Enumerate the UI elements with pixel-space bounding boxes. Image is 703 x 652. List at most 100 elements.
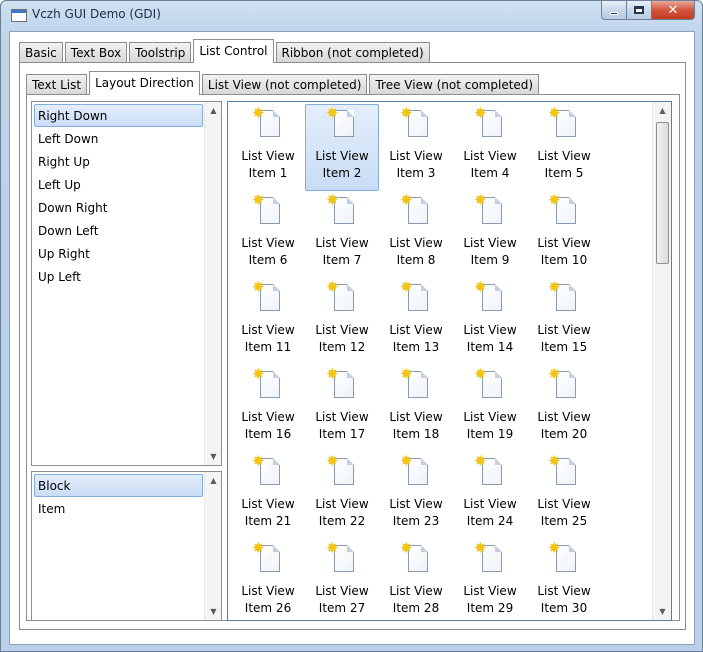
app-window-icon bbox=[11, 9, 27, 22]
new-document-icon: ✸ bbox=[474, 367, 506, 401]
close-button[interactable]: ✕ bbox=[652, 1, 695, 20]
list-view-item[interactable]: ✸ List View Item 26 bbox=[231, 539, 305, 620]
list-view-item[interactable]: ✸ List View Item 28 bbox=[379, 539, 453, 620]
list-view-item[interactable]: ✸ List View Item 12 bbox=[305, 278, 379, 365]
list-view-item[interactable]: ✸ List View Item 27 bbox=[305, 539, 379, 620]
direction-list-scrollbar[interactable]: ▲ ▼ bbox=[204, 102, 221, 465]
list-view-item-label-line2: Item 21 bbox=[244, 514, 292, 528]
window-title: Vczh GUI Demo (GDI) bbox=[32, 7, 161, 21]
new-document-icon: ✸ bbox=[252, 193, 284, 227]
list-view-item[interactable]: ✸ List View Item 14 bbox=[453, 278, 527, 365]
list-view-item-label-line1: List View bbox=[315, 497, 369, 511]
list-view-item-label-line1: List View bbox=[389, 410, 443, 424]
direction-item-right-up[interactable]: Right Up bbox=[34, 150, 203, 173]
list-view-item[interactable]: ✸ List View Item 29 bbox=[453, 539, 527, 620]
list-view-item[interactable]: ✸ List View Item 13 bbox=[379, 278, 453, 365]
list-view-item[interactable]: ✸ List View Item 11 bbox=[231, 278, 305, 365]
list-view-item-label-line2: Item 27 bbox=[318, 601, 366, 615]
new-document-icon: ✸ bbox=[400, 280, 432, 314]
list-view-item-label-line1: List View bbox=[389, 584, 443, 598]
new-document-icon: ✸ bbox=[548, 280, 580, 314]
tab-text-box[interactable]: Text Box bbox=[64, 42, 128, 63]
list-view-item[interactable]: ✸ List View Item 30 bbox=[527, 539, 601, 620]
direction-item-up-right[interactable]: Up Right bbox=[34, 242, 203, 265]
new-document-icon: ✸ bbox=[400, 541, 432, 575]
list-view-item[interactable]: ✸ List View Item 9 bbox=[453, 191, 527, 278]
list-view-item-label-line2: Item 25 bbox=[540, 514, 588, 528]
tab-toolstrip[interactable]: Toolstrip bbox=[129, 42, 192, 63]
tab-text-list[interactable]: Text List bbox=[26, 74, 88, 95]
direction-item-right-down[interactable]: Right Down bbox=[34, 104, 203, 127]
list-view-item[interactable]: ✸ List View Item 15 bbox=[527, 278, 601, 365]
scroll-down-arrow-icon[interactable]: ▼ bbox=[653, 603, 671, 620]
list-view-item-label-line2: Item 1 bbox=[248, 166, 288, 180]
new-document-icon: ✸ bbox=[252, 280, 284, 314]
direction-item-left-down[interactable]: Left Down bbox=[34, 127, 203, 150]
direction-item-down-right[interactable]: Down Right bbox=[34, 196, 203, 219]
direction-item-up-left[interactable]: Up Left bbox=[34, 265, 203, 288]
tab-basic[interactable]: Basic bbox=[19, 42, 63, 63]
mode-list-scrollbar[interactable]: ▲ ▼ bbox=[204, 472, 221, 620]
direction-item-left-up[interactable]: Left Up bbox=[34, 173, 203, 196]
list-view-item[interactable]: ✸ List View Item 1 bbox=[231, 104, 305, 191]
list-view-item-label-line1: List View bbox=[463, 497, 517, 511]
scroll-up-arrow-icon[interactable]: ▲ bbox=[205, 472, 221, 489]
list-view-item[interactable]: ✸ List View Item 7 bbox=[305, 191, 379, 278]
direction-list[interactable]: Right Down Left Down Right Up Left Up Do… bbox=[31, 101, 222, 466]
list-view-item[interactable]: ✸ List View Item 8 bbox=[379, 191, 453, 278]
new-document-icon: ✸ bbox=[252, 367, 284, 401]
list-view-scrollbar[interactable]: ▲ ▼ bbox=[652, 102, 671, 620]
list-view-item[interactable]: ✸ List View Item 3 bbox=[379, 104, 453, 191]
list-view-item[interactable]: ✸ List View Item 18 bbox=[379, 365, 453, 452]
list-view-item-label-line1: List View bbox=[537, 584, 591, 598]
list-view-item[interactable]: ✸ List View Item 5 bbox=[527, 104, 601, 191]
list-view-item-label-line1: List View bbox=[315, 584, 369, 598]
minimize-button[interactable] bbox=[601, 1, 627, 20]
title-bar[interactable]: Vczh GUI Demo (GDI) ✕ bbox=[1, 1, 702, 29]
list-view-item[interactable]: ✸ List View Item 20 bbox=[527, 365, 601, 452]
list-view-item-label-line2: Item 26 bbox=[244, 601, 292, 615]
list-view-item-label-line1: List View bbox=[463, 236, 517, 250]
list-view-item[interactable]: ✸ List View Item 21 bbox=[231, 452, 305, 539]
list-view-item[interactable]: ✸ List View Item 10 bbox=[527, 191, 601, 278]
scroll-thumb[interactable] bbox=[656, 122, 669, 264]
list-view-item[interactable]: ✸ List View Item 24 bbox=[453, 452, 527, 539]
minimize-icon bbox=[610, 11, 618, 15]
list-view-item[interactable]: ✸ List View Item 25 bbox=[527, 452, 601, 539]
scroll-down-arrow-icon[interactable]: ▼ bbox=[205, 448, 221, 465]
direction-item-down-left[interactable]: Down Left bbox=[34, 219, 203, 242]
list-view-item[interactable]: ✸ List View Item 22 bbox=[305, 452, 379, 539]
new-document-icon: ✸ bbox=[474, 106, 506, 140]
tab-ribbon[interactable]: Ribbon (not completed) bbox=[275, 42, 430, 63]
caption-buttons: ✕ bbox=[601, 1, 695, 20]
scroll-up-arrow-icon[interactable]: ▲ bbox=[205, 102, 221, 119]
list-view-item[interactable]: ✸ List View Item 23 bbox=[379, 452, 453, 539]
new-document-icon: ✸ bbox=[474, 541, 506, 575]
maximize-button[interactable] bbox=[627, 1, 652, 20]
list-view-item-label-line2: Item 7 bbox=[322, 253, 362, 267]
list-view-item[interactable]: ✸ List View Item 17 bbox=[305, 365, 379, 452]
list-view-item-label-line1: List View bbox=[389, 497, 443, 511]
list-view-item-label-line1: List View bbox=[389, 323, 443, 337]
tab-list-control[interactable]: List Control bbox=[193, 39, 274, 63]
tab-list-view[interactable]: List View (not completed) bbox=[201, 74, 368, 95]
scroll-down-arrow-icon[interactable]: ▼ bbox=[205, 603, 221, 620]
list-view-item[interactable]: ✸ List View Item 6 bbox=[231, 191, 305, 278]
tab-tree-view[interactable]: Tree View (not completed) bbox=[369, 74, 540, 95]
list-view-item[interactable]: ✸ List View Item 2 bbox=[305, 104, 379, 191]
scroll-up-arrow-icon[interactable]: ▲ bbox=[653, 102, 671, 119]
mode-list[interactable]: Block Item ▲ ▼ bbox=[31, 471, 222, 621]
mode-item-item[interactable]: Item bbox=[34, 497, 203, 520]
list-view-item-label-line2: Item 4 bbox=[470, 166, 510, 180]
new-document-icon: ✸ bbox=[326, 193, 358, 227]
new-document-icon: ✸ bbox=[400, 454, 432, 488]
list-view-item[interactable]: ✸ List View Item 19 bbox=[453, 365, 527, 452]
mode-item-block[interactable]: Block bbox=[34, 474, 203, 497]
tab-layout-direction[interactable]: Layout Direction bbox=[89, 71, 200, 95]
list-view-item[interactable]: ✸ List View Item 16 bbox=[231, 365, 305, 452]
list-view-item-label-line2: Item 9 bbox=[470, 253, 510, 267]
list-view-item-label-line1: List View bbox=[463, 584, 517, 598]
list-view[interactable]: ✸ List View Item 1 ✸ List View Item 2 ✸ List Vi… bbox=[227, 101, 672, 621]
main-window: Vczh GUI Demo (GDI) ✕ Basic Text Box Too… bbox=[0, 0, 703, 652]
list-view-item[interactable]: ✸ List View Item 4 bbox=[453, 104, 527, 191]
